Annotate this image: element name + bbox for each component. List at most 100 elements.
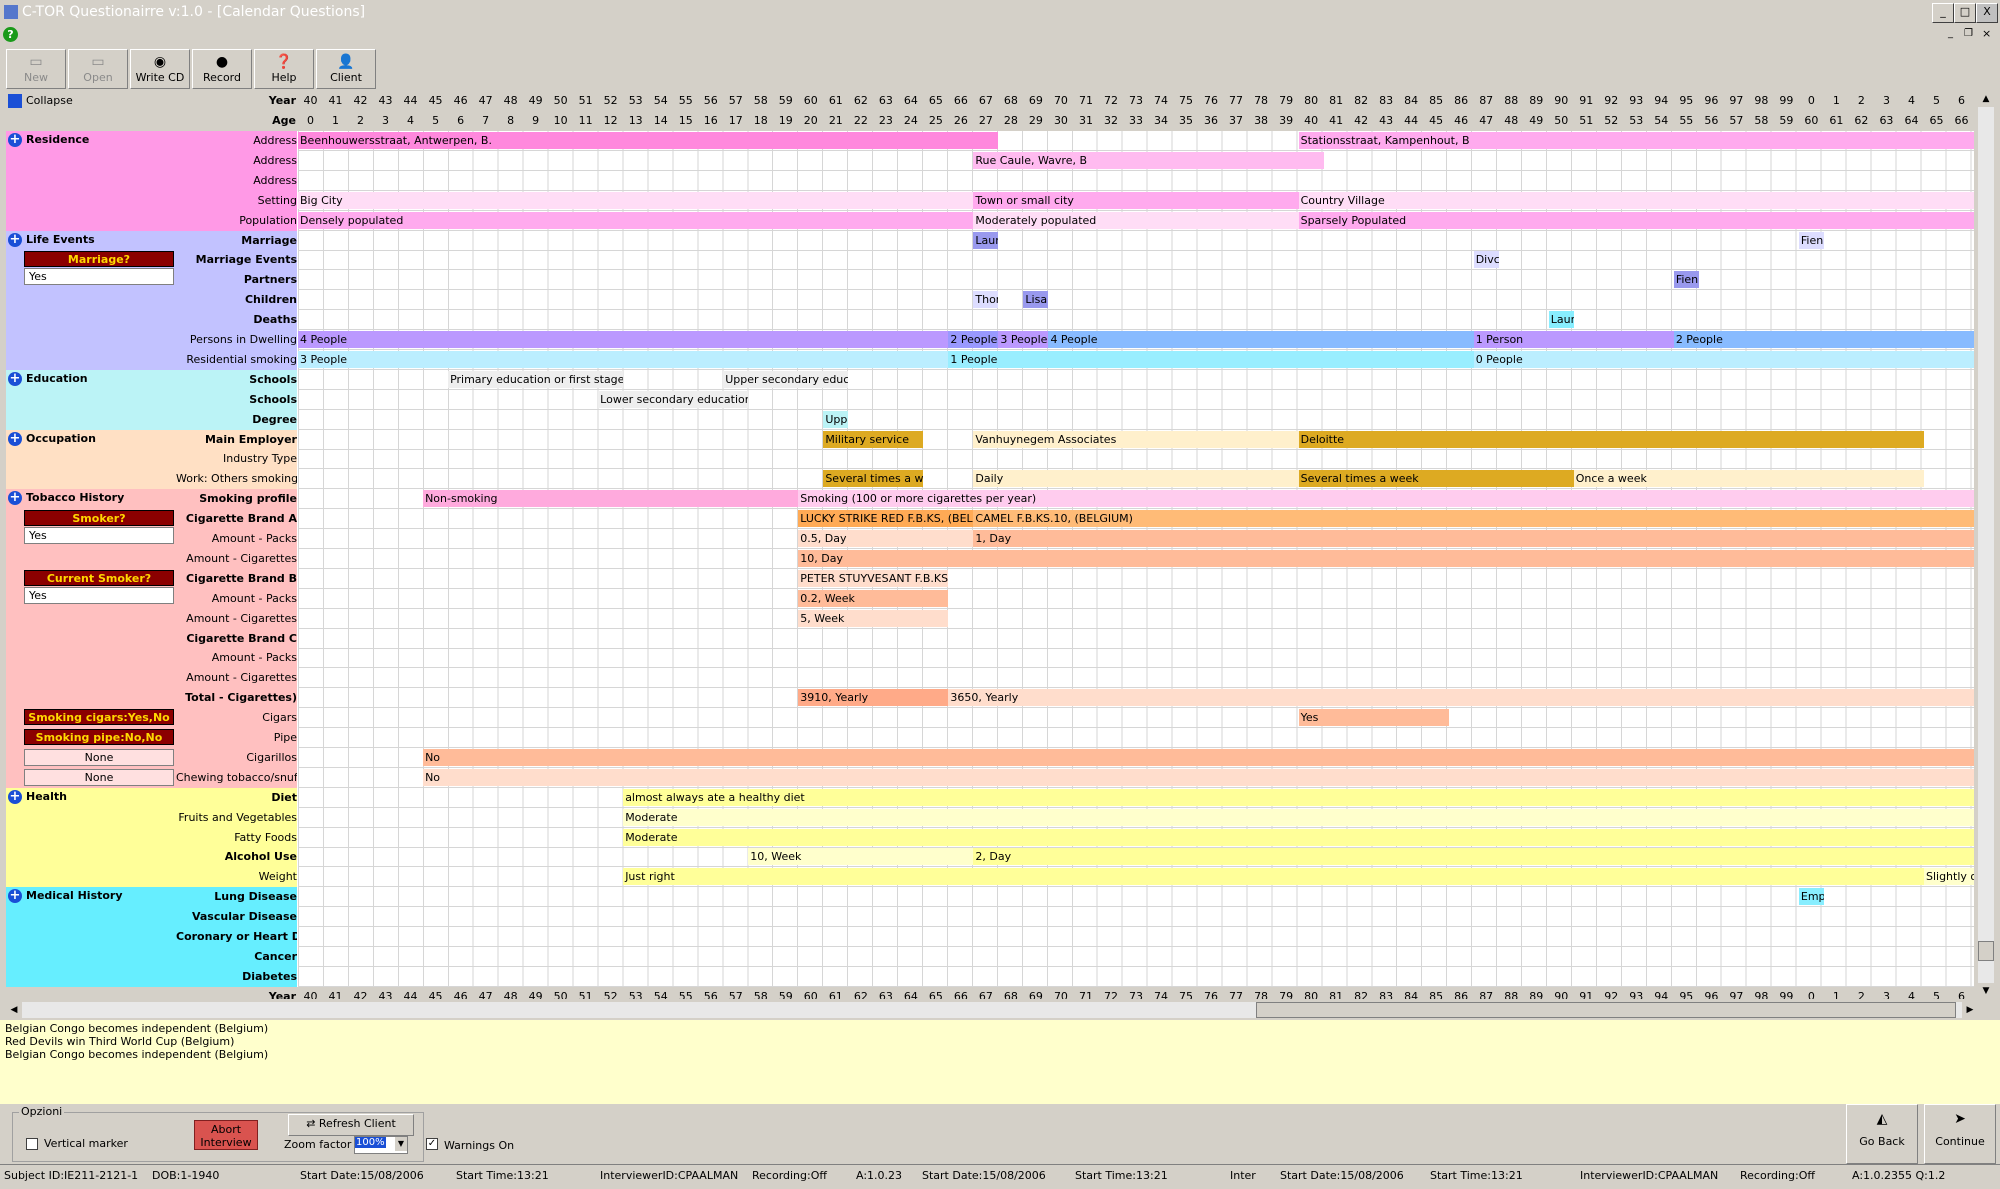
timeline-bar[interactable]: 4 People — [298, 331, 949, 348]
timeline-bar[interactable]: Thor — [973, 291, 999, 309]
timeline-cells[interactable]: No — [298, 747, 1974, 768]
zoom-select[interactable]: 100% ▼ — [354, 1136, 408, 1154]
timeline-cells[interactable] — [298, 927, 1974, 947]
question-answer[interactable]: None — [24, 748, 174, 766]
timeline-cells[interactable]: Several times a weekDailySeveral times a… — [298, 469, 1974, 490]
timeline-bar[interactable]: Primary education or first stage of basi… — [448, 370, 624, 388]
mdi-restore-button[interactable]: ❐ — [1964, 28, 1973, 39]
timeline-bar[interactable]: Laur — [973, 231, 999, 249]
timeline-cells[interactable]: 3 People 1 People 0 People — [298, 349, 1974, 370]
timeline-cells[interactable]: Primary education or first stage of basi… — [298, 369, 1974, 390]
mdi-close-button[interactable]: × — [1982, 27, 1991, 40]
timeline-cells[interactable]: Moderate — [298, 807, 1974, 828]
timeline-bar[interactable]: Non-smoking — [423, 490, 799, 508]
scroll-down-arrow[interactable]: ▼ — [1978, 983, 1994, 999]
timeline-bar[interactable]: 1 Person — [1473, 331, 1674, 348]
timeline-cells[interactable]: 5, Week — [298, 608, 1974, 629]
timeline-bar[interactable]: Lower secondary education or second stag… — [598, 390, 749, 408]
timeline-cells[interactable]: Thor Lisa — [298, 290, 1974, 311]
timeline-bar[interactable]: 3650, Yearly — [948, 689, 1974, 707]
scroll-thumb[interactable] — [1978, 941, 1994, 961]
timeline-cells[interactable] — [298, 728, 1974, 748]
timeline-bar[interactable]: Laur — [1548, 311, 1574, 329]
timeline-bar[interactable]: 5, Week — [798, 609, 949, 627]
close-button[interactable]: X — [1976, 3, 1998, 23]
timeline-bar[interactable]: Moderately populated — [973, 211, 1299, 229]
timeline-bar[interactable]: Emp — [1798, 888, 1824, 906]
timeline-bar[interactable]: Several times a week — [823, 470, 924, 488]
question-answer[interactable]: Yes — [24, 268, 174, 286]
timeline-cells[interactable] — [298, 966, 1974, 987]
timeline-cells[interactable]: 0.2, Week — [298, 588, 1974, 609]
open-button[interactable]: ▭ Open — [68, 49, 128, 89]
timeline-bar[interactable]: Fien — [1798, 231, 1824, 249]
timeline-cells[interactable]: Rue Caule, Wavre, B — [298, 150, 1974, 171]
timeline-cells[interactable]: 10, Week 2, Day — [298, 847, 1974, 868]
timeline-cells[interactable]: Big City Town or small city Country Villag… — [298, 190, 1974, 211]
timeline-bar[interactable]: Moderate — [623, 828, 1974, 846]
minimize-button[interactable]: _ — [1932, 3, 1954, 23]
new-button[interactable]: ▭ New — [6, 49, 66, 89]
timeline-cells[interactable]: No — [298, 767, 1974, 788]
refresh-client-button[interactable]: ⇄ Refresh Client — [288, 1114, 414, 1136]
question-answer[interactable]: Yes — [24, 527, 174, 545]
vertical-marker-checkbox[interactable] — [26, 1138, 38, 1150]
timeline-bar[interactable]: 10, Day — [798, 549, 1974, 567]
expand-icon[interactable]: + — [8, 889, 22, 904]
timeline-cells[interactable] — [298, 648, 1974, 669]
timeline-bar[interactable]: Slightly overweight — [1923, 868, 1974, 886]
timeline-cells[interactable]: Lower secondary education or second stag… — [298, 389, 1974, 410]
question-answer[interactable]: None — [24, 768, 174, 786]
scroll-left-arrow[interactable]: ◀ — [6, 1002, 22, 1018]
timeline-cells[interactable] — [298, 449, 1974, 470]
timeline-cells[interactable]: Beenhouwersstraat, Antwerpen, B. Stations… — [298, 131, 1974, 151]
timeline-cells[interactable]: 3910, Yearly 3650, Yearly — [298, 688, 1974, 709]
timeline-bar[interactable]: Yes — [1298, 709, 1449, 727]
timeline-cells[interactable]: Just rightSlightly overweight — [298, 867, 1974, 888]
collapse-label[interactable]: Collapse — [26, 94, 73, 107]
timeline-bar[interactable]: 1, Day — [973, 530, 1974, 547]
timeline-cells[interactable] — [298, 907, 1974, 928]
timeline-cells[interactable]: Non-smoking Smoking (100 or more cigarett… — [298, 489, 1974, 510]
timeline-bar[interactable]: Vanhuynegem Associates — [973, 430, 1299, 448]
timeline-bar[interactable] — [1273, 808, 1974, 826]
timeline-bar[interactable]: No — [423, 748, 1974, 766]
timeline-bar[interactable]: 3 People — [298, 350, 949, 368]
timeline-bar[interactable]: Divc — [1473, 251, 1499, 269]
timeline-cells[interactable] — [298, 668, 1974, 689]
timeline-bar[interactable]: Upper secondary education — [723, 370, 849, 388]
timeline-bar[interactable]: Once a week — [1573, 470, 1924, 488]
timeline-bar[interactable]: almost always ate a healthy diet — [623, 788, 1974, 806]
timeline-bar[interactable]: 0.2, Week — [798, 589, 949, 607]
timeline-cells[interactable]: Yes — [298, 708, 1974, 729]
scroll-up-arrow[interactable]: ▲ — [1978, 91, 1994, 107]
timeline-bar[interactable]: LUCKY STRIKE RED F.B.KS, (BELGIUM) — [798, 510, 974, 528]
timeline-bar[interactable]: 1 People — [948, 350, 1474, 368]
timeline-cells[interactable]: Emp — [298, 887, 1974, 908]
timeline-cells[interactable]: 4 People 2 People 3 People 4 People 1 Person… — [298, 330, 1974, 350]
go-back-button[interactable]: ◭ Go Back — [1846, 1104, 1918, 1164]
timeline-cells[interactable] — [298, 946, 1974, 967]
vertical-scrollbar[interactable]: ▲ ▼ — [1978, 91, 1994, 999]
timeline-bar[interactable]: Upper — [823, 410, 849, 428]
horizontal-scrollbar[interactable]: ◀ ▶ — [6, 1002, 1978, 1018]
timeline-cells[interactable] — [298, 170, 1974, 191]
timeline-bar[interactable]: CAMEL F.B.KS.10, (BELGIUM) — [973, 510, 1974, 528]
timeline-cells[interactable]: 10, Day — [298, 548, 1974, 569]
timeline-bar[interactable]: 10, Week — [748, 848, 974, 866]
timeline-bar[interactable]: Deloitte — [1298, 430, 1924, 448]
timeline-bar[interactable]: 0 People — [1473, 350, 1974, 368]
timeline-bar[interactable] — [1273, 768, 1974, 786]
timeline-bar[interactable]: 0.5, Day — [798, 530, 974, 547]
timeline-bar[interactable]: Just right — [623, 868, 1924, 886]
timeline-cells[interactable] — [298, 628, 1974, 649]
scroll-right-arrow[interactable]: ▶ — [1962, 1002, 1978, 1018]
timeline-bar[interactable]: Rue Caule, Wavre, B — [973, 151, 1324, 169]
h-scroll-thumb[interactable] — [1256, 1002, 1956, 1018]
expand-icon[interactable]: + — [8, 371, 22, 386]
timeline-bar[interactable]: 2 People — [1673, 331, 1974, 348]
mdi-minimize-button[interactable]: _ — [1948, 28, 1953, 39]
timeline-cells[interactable]: LUCKY STRIKE RED F.B.KS, (BELGIUM)CAMEL … — [298, 509, 1974, 530]
timeline-bar[interactable]: 2, Day — [973, 848, 1974, 866]
timeline-cells[interactable]: almost always ate a healthy diet — [298, 787, 1974, 808]
